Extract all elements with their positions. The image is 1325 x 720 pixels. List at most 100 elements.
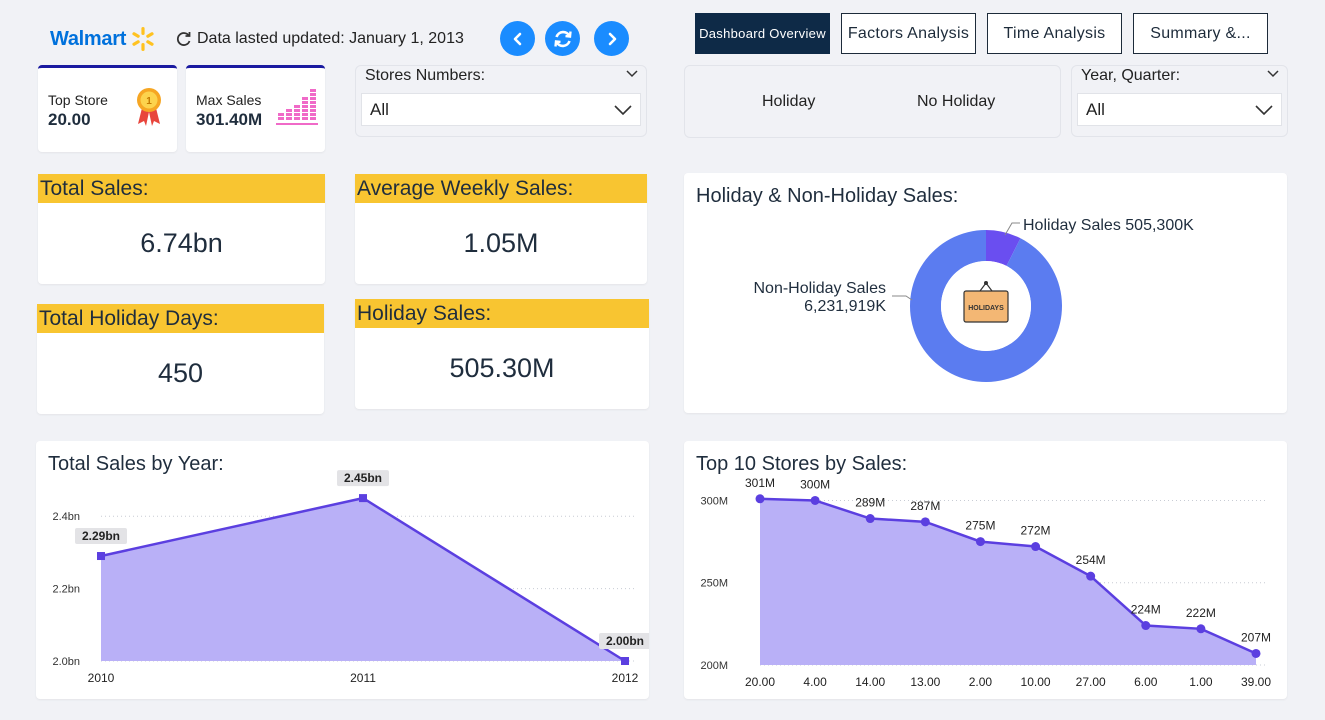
stores-slicer: Stores Numbers: All	[355, 65, 647, 137]
refresh-icon	[553, 30, 572, 47]
x-tick-label: 10.00	[1021, 675, 1051, 689]
avg-weekly-sales-card: Average Weekly Sales: 1.05M	[355, 174, 647, 284]
x-tick-label: 6.00	[1134, 675, 1158, 689]
y-tick-label: 250M	[700, 578, 728, 590]
chevron-down-icon	[1255, 105, 1273, 115]
reload-button[interactable]	[545, 21, 580, 56]
data-point[interactable]	[810, 495, 820, 505]
holiday-slicer: Holiday No Holiday	[684, 65, 1061, 138]
year-dropdown[interactable]: All	[1077, 93, 1282, 126]
max-sales-label: Max Sales	[196, 92, 262, 108]
stores-dropdown-value: All	[370, 99, 389, 119]
top-stores-chart: 200M 250M 300M 301M 20.00 300M 4.00 289M 14.00 28…	[700, 476, 1271, 689]
data-label: 254M	[1076, 553, 1106, 567]
last-updated: Data lasted updated: January 1, 2013	[176, 30, 464, 48]
holiday-sales-label: Holiday Sales:	[355, 299, 649, 328]
non-holiday-slice-value: 6,231,919K	[804, 298, 886, 315]
data-label: 272M	[1021, 524, 1051, 538]
no-holiday-option[interactable]: No Holiday	[917, 93, 995, 111]
y-tick-label: 2.2bn	[52, 584, 80, 596]
area-fill	[101, 498, 625, 661]
data-label: 207M	[1241, 630, 1271, 644]
total-sales-card: Total Sales: 6.74bn	[38, 174, 325, 284]
total-sales-value: 6.74bn	[140, 228, 223, 258]
holiday-slice-label: Holiday Sales 505,300K	[1023, 217, 1194, 234]
data-point[interactable]	[865, 514, 875, 524]
holiday-slice-name: Holiday Sales	[1023, 217, 1121, 234]
x-tick-label: 2011	[350, 671, 376, 685]
walmart-logo: Walmart	[50, 26, 156, 52]
max-sales-value: 301.40M	[196, 110, 263, 129]
chevron-left-icon	[513, 32, 521, 45]
avg-weekly-sales-label: Average Weekly Sales:	[355, 174, 647, 203]
x-tick-label: 2.00	[969, 675, 993, 689]
chevron-down-icon[interactable]	[1267, 70, 1279, 78]
stores-dropdown[interactable]: All	[361, 93, 641, 126]
tab-factors-analysis[interactable]: Factors Analysis	[841, 13, 976, 54]
tab-time-analysis[interactable]: Time Analysis	[987, 13, 1122, 54]
tab-dashboard-overview[interactable]: Dashboard Overview	[695, 13, 830, 54]
data-point[interactable]	[1086, 571, 1096, 581]
x-tick-label: 20.00	[745, 675, 775, 689]
top-stores-card: Top 10 Stores by Sales: 200M 250M 300M 301M…	[684, 441, 1287, 699]
holiday-days-card: Total Holiday Days: 450	[37, 304, 324, 414]
holiday-slice-value: 505,300K	[1125, 217, 1194, 234]
top-store-card: Top Store 20.00 1	[38, 65, 177, 152]
bar-chart-icon	[276, 89, 318, 125]
year-slicer-title: Year, Quarter:	[1081, 67, 1181, 84]
holiday-days-label: Total Holiday Days:	[37, 304, 324, 333]
data-point[interactable]	[1251, 648, 1261, 658]
back-button[interactable]	[500, 21, 535, 56]
x-tick-label: 14.00	[855, 675, 885, 689]
svg-text:1: 1	[146, 96, 152, 107]
forward-button[interactable]	[594, 21, 629, 56]
data-point[interactable]	[1141, 621, 1151, 631]
total-sales-label: Total Sales:	[38, 174, 325, 203]
donut-chart: HOLIDAYS Holiday Sales 505,300K Non-Holi…	[753, 217, 1194, 382]
spark-icon	[132, 27, 154, 51]
area-fill	[760, 498, 1256, 665]
data-point[interactable]	[755, 494, 765, 504]
data-point[interactable]	[1031, 542, 1041, 552]
data-point[interactable]	[621, 657, 629, 665]
data-label: 224M	[1131, 603, 1161, 617]
brand-name: Walmart	[50, 27, 127, 50]
holiday-option[interactable]: Holiday	[762, 93, 815, 111]
top-store-value: 20.00	[48, 110, 91, 129]
holiday-sales-value: 505.30M	[449, 353, 555, 383]
data-point[interactable]	[920, 517, 930, 527]
data-point[interactable]	[975, 537, 985, 547]
data-label: 301M	[745, 476, 775, 490]
medal-icon: 1	[137, 88, 161, 126]
data-label: 2.45bn	[344, 471, 382, 485]
chevron-down-icon	[614, 105, 632, 115]
sales-by-year-chart: 2.0bn 2.2bn 2.4bn2.29bn 2010 2.45bn 2011 2.00b…	[52, 470, 649, 685]
y-tick-label: 2.0bn	[52, 656, 80, 668]
x-tick-label: 27.00	[1076, 675, 1106, 689]
holiday-sales-card: Holiday Sales: 505.30M	[355, 299, 649, 409]
data-label: 275M	[965, 519, 995, 533]
data-label: 289M	[855, 496, 885, 510]
refresh-icon	[176, 32, 191, 46]
x-tick-label: 2010	[88, 671, 115, 685]
y-tick-label: 2.4bn	[52, 511, 80, 523]
year-dropdown-value: All	[1086, 99, 1105, 119]
tab-summary[interactable]: Summary &...	[1133, 13, 1268, 54]
x-tick-label: 4.00	[803, 675, 827, 689]
avg-weekly-sales-value: 1.05M	[463, 228, 539, 258]
x-tick-label: 39.00	[1241, 675, 1271, 689]
data-point[interactable]	[359, 494, 367, 503]
holiday-days-value: 450	[157, 358, 204, 388]
x-tick-label: 2012	[612, 671, 639, 685]
data-point[interactable]	[97, 552, 105, 561]
x-tick-label: 1.00	[1189, 675, 1213, 689]
chevron-right-icon	[608, 32, 616, 45]
stores-slicer-title: Stores Numbers:	[365, 67, 486, 84]
sales-by-year-card: Total Sales by Year: 2.0bn 2.2bn 2.4bn 2.29…	[36, 441, 649, 699]
holidays-sign-text: HOLIDAYS	[968, 305, 1004, 312]
non-holiday-slice-name: Non-Holiday Sales	[753, 280, 886, 297]
top-store-label: Top Store	[48, 92, 108, 108]
max-sales-card: Max Sales 301.40M	[186, 65, 325, 152]
data-point[interactable]	[1196, 624, 1206, 634]
chevron-down-icon[interactable]	[626, 70, 638, 78]
